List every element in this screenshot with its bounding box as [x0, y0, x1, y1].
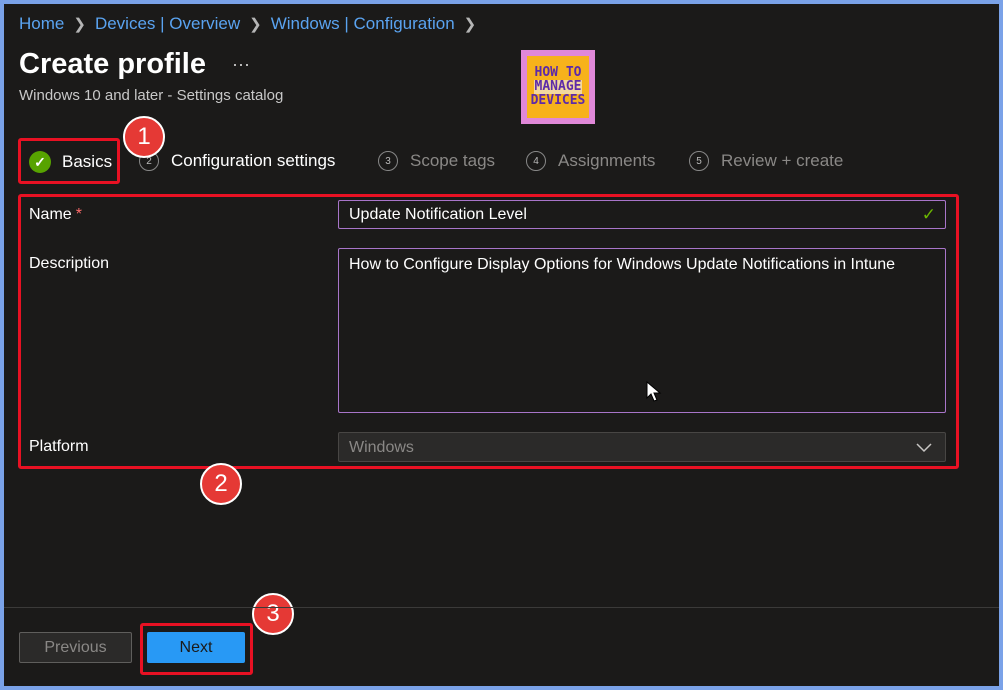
checkmark-icon: ✓ [921, 205, 936, 224]
how-to-manage-devices-logo: HOW TO MANAGE DEVICES [521, 50, 595, 124]
step-number: 3 [378, 151, 398, 171]
step-configuration-settings[interactable]: 2 Configuration settings [139, 151, 335, 171]
chevron-down-icon [916, 443, 932, 453]
logo-line-1: HOW TO [534, 65, 582, 80]
page-title: Create profile [19, 48, 206, 80]
breadcrumb: Home ❯ Devices | Overview ❯ Windows | Co… [19, 14, 485, 34]
breadcrumb-devices-overview[interactable]: Devices | Overview [95, 14, 240, 34]
description-textarea-value: How to Configure Display Options for Win… [349, 256, 896, 273]
chevron-right-icon: ❯ [463, 16, 477, 33]
chevron-right-icon: ❯ [249, 16, 262, 33]
previous-button[interactable]: Previous [19, 632, 132, 663]
platform-label: Platform [29, 438, 89, 455]
platform-dropdown-value: Windows [349, 439, 414, 456]
breadcrumb-home[interactable]: Home [19, 14, 64, 34]
step-number: 5 [689, 151, 709, 171]
step-review-create[interactable]: 5 Review + create [689, 151, 843, 171]
logo-line-3: DEVICES [530, 93, 586, 108]
highlight-box-basics [18, 138, 120, 184]
breadcrumb-windows-configuration[interactable]: Windows | Configuration [271, 14, 455, 34]
more-options-button[interactable]: ··· [232, 54, 250, 75]
mouse-pointer-icon [646, 381, 662, 402]
name-label-text: Name [29, 206, 72, 223]
chevron-right-icon: ❯ [73, 16, 86, 33]
step-label: Scope tags [410, 151, 496, 170]
annotation-badge-1: 1 [123, 116, 165, 158]
platform-dropdown[interactable]: Windows [338, 432, 946, 462]
name-input-value: Update Notification Level [349, 206, 527, 223]
footer-divider [4, 607, 999, 608]
annotation-badge-2: 2 [200, 463, 242, 505]
name-input[interactable]: Update Notification Level ✓ [338, 200, 946, 229]
name-label: Name * [29, 206, 82, 224]
step-scope-tags[interactable]: 3 Scope tags [378, 151, 495, 171]
step-number: 4 [526, 151, 546, 171]
page-subtitle: Windows 10 and later - Settings catalog [19, 87, 284, 104]
required-asterisk: * [75, 206, 82, 223]
step-assignments[interactable]: 4 Assignments [526, 151, 655, 171]
logo-line-2: MANAGE [533, 79, 583, 94]
step-label: Review + create [721, 151, 844, 170]
step-label: Configuration settings [171, 151, 336, 170]
next-button[interactable]: Next [147, 632, 245, 663]
description-textarea[interactable]: How to Configure Display Options for Win… [338, 248, 946, 413]
description-label: Description [29, 255, 110, 272]
step-label: Assignments [558, 151, 656, 170]
annotation-badge-3: 3 [252, 593, 294, 635]
